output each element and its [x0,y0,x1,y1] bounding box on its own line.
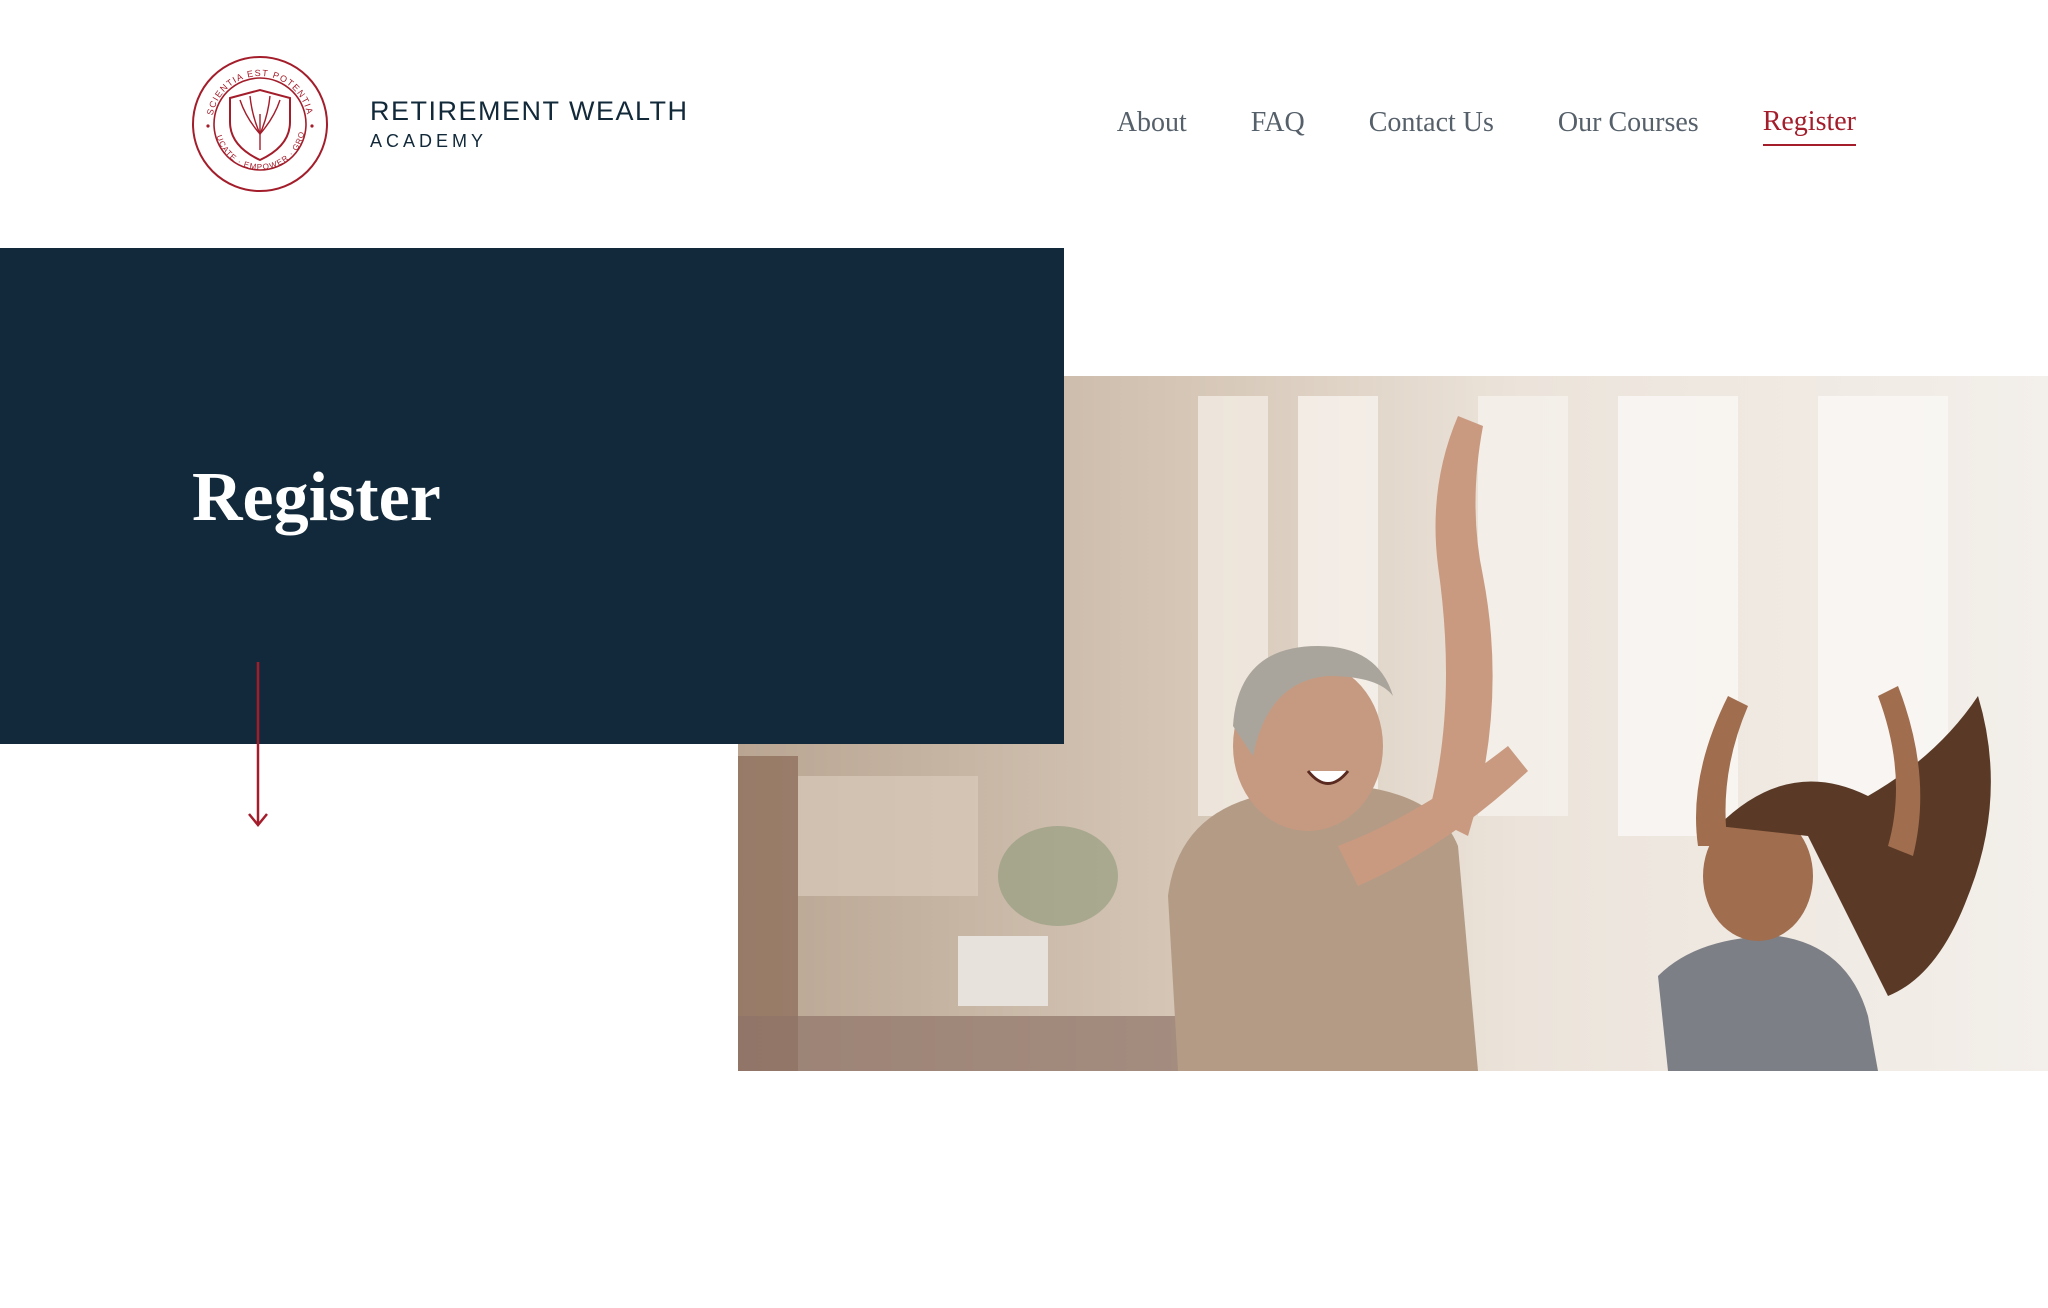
nav-about[interactable]: About [1117,107,1187,145]
brand-name-line1: RETIREMENT WEALTH [370,96,689,126]
brand-name: RETIREMENT WEALTH ACADEMY [370,96,689,152]
brand-logo[interactable]: SCIENTIA EST POTENTIA EDUCATE · EMPOWER … [190,54,689,194]
nav-our-courses[interactable]: Our Courses [1558,107,1699,145]
hero-title-panel: Register [0,248,1064,744]
shield-seal-icon: SCIENTIA EST POTENTIA EDUCATE · EMPOWER … [190,54,328,192]
nav-faq[interactable]: FAQ [1251,107,1305,145]
main-nav: About FAQ Contact Us Our Courses Registe… [1117,106,1856,146]
brand-name-line2: ACADEMY [370,131,488,151]
nav-register[interactable]: Register [1762,106,1856,146]
svg-text:SCIENTIA EST POTENTIA: SCIENTIA EST POTENTIA [205,68,315,116]
page: SCIENTIA EST POTENTIA EDUCATE · EMPOWER … [0,0,2048,1308]
nav-contact-us[interactable]: Contact Us [1369,107,1494,145]
arrow-down-icon[interactable] [246,662,270,828]
page-title: Register [192,459,441,536]
